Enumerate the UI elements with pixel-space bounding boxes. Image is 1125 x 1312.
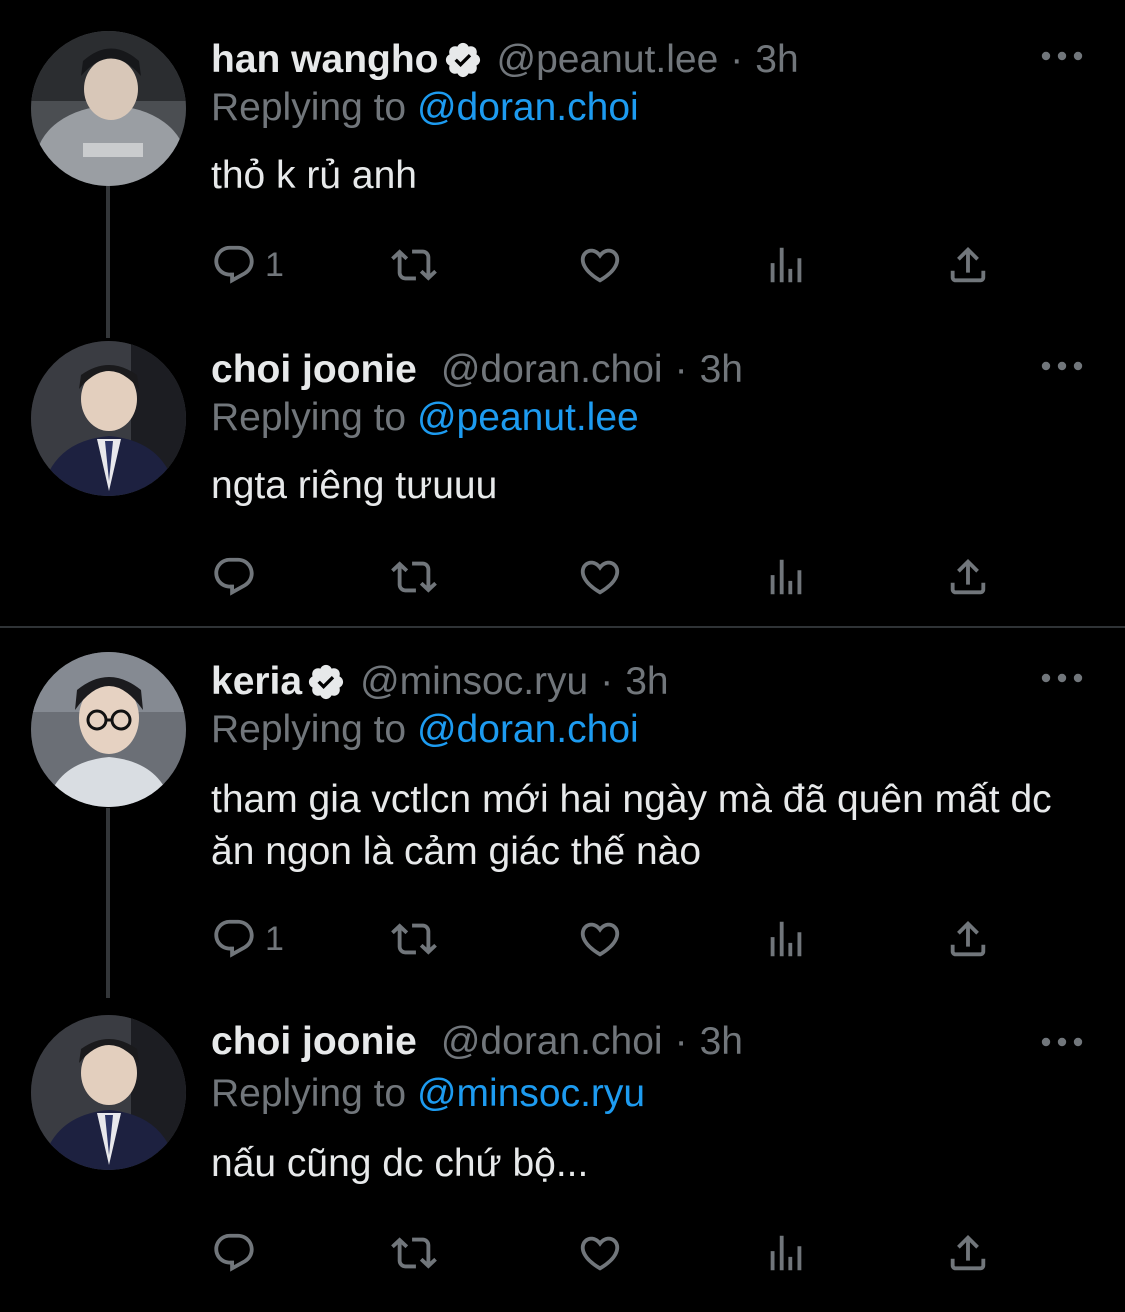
tweet-text: nấu cũng dc chứ bộ... [211,1142,589,1185]
views-button[interactable] [763,552,809,602]
share-button[interactable] [945,914,991,964]
replying-prefix: Replying to [211,708,407,751]
share-button[interactable] [945,1228,991,1278]
replying-to: Replying to @minsoc.ryu [211,1070,645,1118]
tweet-header: han wangho @peanut.lee · 3h [211,36,799,84]
like-button[interactable] [577,240,623,290]
avatar[interactable] [31,341,186,496]
separator: · [674,348,688,391]
reply-count: 1 [265,919,284,958]
views-button[interactable] [763,240,809,290]
views-button[interactable] [763,1228,809,1278]
separator: · [674,1020,688,1063]
tweet[interactable]: keria @minsoc.ryu · 3h Replying to @dora… [0,628,1125,998]
views-icon [763,242,809,288]
share-button[interactable] [945,240,991,290]
more-icon[interactable] [1040,46,1084,66]
display-name[interactable]: keria [211,658,302,706]
share-icon [945,242,991,288]
more-icon[interactable] [1040,668,1084,688]
reply-button[interactable] [211,552,265,602]
reply-thread: han wangho @peanut.lee · 3h Replying to … [0,0,1125,626]
reply-thread: keria @minsoc.ryu · 3h Replying to @dora… [0,628,1125,1312]
share-button[interactable] [945,552,991,602]
timestamp[interactable]: 3h [625,658,668,706]
replying-prefix: Replying to [211,396,407,439]
replying-prefix: Replying to [211,86,407,129]
action-bar: 1 [211,240,1031,290]
tweet[interactable]: han wangho @peanut.lee · 3h Replying to … [0,0,1125,315]
retweet-icon [391,916,437,962]
views-icon [763,554,809,600]
verified-badge-icon [306,662,346,702]
retweet-button[interactable] [391,914,437,964]
timestamp[interactable]: 3h [700,1018,743,1066]
display-name[interactable]: choi joonie [211,346,417,394]
avatar[interactable] [31,652,186,807]
replying-to: Replying to @peanut.lee [211,394,639,442]
retweet-icon [391,1230,437,1276]
share-icon [945,554,991,600]
reply-icon [211,916,257,962]
mention-link[interactable]: @doran.choi [417,708,639,751]
replying-to: Replying to @doran.choi [211,84,639,132]
tweet-header: keria @minsoc.ryu · 3h [211,658,669,706]
action-bar [211,552,1031,602]
retweet-icon [391,242,437,288]
retweet-button[interactable] [391,240,437,290]
tweet-header: choi joonie @doran.choi · 3h [211,346,743,394]
tweet-text: tham gia vctlcn mới hai ngày mà đã quên … [211,778,1052,873]
like-button[interactable] [577,552,623,602]
views-button[interactable] [763,914,809,964]
reply-button[interactable]: 1 [211,914,284,964]
mention-link[interactable]: @peanut.lee [417,396,639,439]
share-icon [945,916,991,962]
like-button[interactable] [577,1228,623,1278]
tweet-text: thỏ k rủ anh [211,154,417,197]
heart-icon [577,1230,623,1276]
action-bar: 1 [211,914,1031,964]
user-handle[interactable]: @peanut.lee [497,36,719,84]
avatar[interactable] [31,31,186,186]
avatar[interactable] [31,1015,186,1170]
timestamp[interactable]: 3h [700,346,743,394]
timestamp[interactable]: 3h [755,36,798,84]
reply-button[interactable] [211,1228,265,1278]
replying-prefix: Replying to [211,1072,407,1115]
reply-icon [211,1230,257,1276]
views-icon [763,916,809,962]
tweet-text: ngta riêng tưuuu [211,464,498,507]
user-handle[interactable]: @doran.choi [441,1018,663,1066]
retweet-button[interactable] [391,1228,437,1278]
reply-icon [211,554,257,600]
tweet[interactable]: choi joonie @doran.choi · 3h Replying to… [0,988,1125,1312]
reply-button[interactable]: 1 [211,240,284,290]
display-name[interactable]: choi joonie [211,1018,417,1066]
reply-icon [211,242,257,288]
heart-icon [577,916,623,962]
more-icon[interactable] [1040,356,1084,376]
more-icon[interactable] [1040,1032,1084,1052]
tweet-header: choi joonie @doran.choi · 3h [211,1018,743,1066]
like-button[interactable] [577,914,623,964]
retweet-button[interactable] [391,552,437,602]
replying-to: Replying to @doran.choi [211,706,639,754]
views-icon [763,1230,809,1276]
heart-icon [577,242,623,288]
retweet-icon [391,554,437,600]
mention-link[interactable]: @doran.choi [417,86,639,129]
separator: · [600,660,614,703]
separator: · [730,38,744,81]
verified-badge-icon [443,40,483,80]
user-handle[interactable]: @doran.choi [441,346,663,394]
tweet[interactable]: choi joonie @doran.choi · 3h Replying to… [0,310,1125,626]
user-handle[interactable]: @minsoc.ryu [360,658,588,706]
heart-icon [577,554,623,600]
display-name[interactable]: han wangho [211,36,439,84]
action-bar [211,1228,1031,1278]
share-icon [945,1230,991,1276]
mention-link[interactable]: @minsoc.ryu [417,1072,645,1115]
reply-count: 1 [265,245,284,284]
